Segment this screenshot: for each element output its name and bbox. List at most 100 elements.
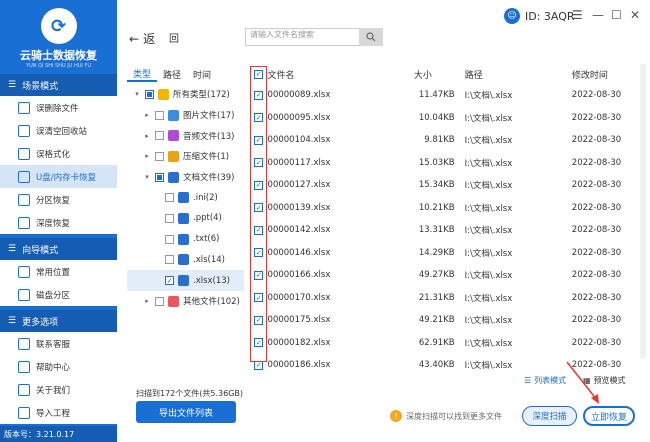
expand-arrow-icon[interactable]: ▸: [143, 152, 151, 160]
tree-checkbox[interactable]: [155, 110, 164, 120]
tree-row-label: 图片文件(17): [183, 111, 235, 122]
home-button[interactable]: 回: [169, 30, 179, 45]
table-row[interactable]: ✓ 00000104.xlsx 9.81KB I:\文档\.xlsx 2022-08-3…: [250, 129, 640, 152]
table-row[interactable]: ✓ 00000146.xlsx 14.29KB I:\文档\.xlsx 2022-08-…: [250, 242, 640, 265]
header-path[interactable]: 路径: [465, 68, 572, 81]
scrollbar[interactable]: [640, 64, 646, 358]
tree-row[interactable]: .xls(14): [127, 250, 244, 271]
tree-checkbox[interactable]: [155, 172, 164, 182]
tree-row[interactable]: ▾ 所有类型(172): [127, 84, 244, 105]
table-row[interactable]: ✓ 00000139.xlsx 10.21KB I:\文档\.xlsx 2022-08-…: [250, 197, 640, 220]
expand-arrow-icon[interactable]: ▸: [143, 111, 151, 119]
tree-checkbox[interactable]: [165, 234, 174, 244]
cell-date: 2022-08-30: [571, 292, 622, 303]
tree-row-label: 压缩文件(1): [183, 152, 230, 163]
table-row[interactable]: ✓ 00000127.xlsx 15.34KB I:\文档\.xlsx 2022-08-…: [250, 174, 640, 197]
tree-row[interactable]: ▸ 图片文件(17): [127, 105, 244, 126]
app-logo: ⟳ 云骑士数据恢复 YUN QI SHI SHU JU HUI FU: [0, 0, 117, 70]
tree-tab[interactable]: 类型: [127, 67, 158, 82]
expand-arrow-icon[interactable]: ▾: [143, 173, 151, 181]
cell-path: I:\文档\.xlsx: [464, 338, 513, 349]
sidebar-item[interactable]: 深度恢复: [0, 211, 117, 234]
tree-row-label: 音频文件(13): [183, 131, 235, 142]
search-button[interactable]: [359, 28, 383, 46]
id-label: ID: 3AQR: [525, 9, 575, 23]
cell-date: 2022-08-30: [571, 112, 622, 123]
tree-row[interactable]: .ini(2): [127, 187, 244, 208]
export-list-button[interactable]: 导出文件列表: [136, 401, 236, 423]
tree-checkbox[interactable]: [165, 213, 174, 223]
header-size[interactable]: 大小: [404, 68, 465, 81]
cell-date: 2022-08-30: [571, 180, 622, 191]
user-id[interactable]: ☺ ID: 3AQR: [504, 8, 575, 24]
tree-row[interactable]: ✓ .xlsx(13): [127, 270, 244, 291]
cell-date: 2022-08-30: [571, 90, 622, 101]
sidebar-item[interactable]: 分区恢复: [0, 188, 117, 211]
cell-size: 15.34KB: [418, 180, 455, 191]
tree-tab[interactable]: 时间: [187, 68, 217, 81]
cell-name: 00000095.xlsx: [267, 112, 331, 123]
table-row[interactable]: ✓ 00000089.xlsx 11.47KB I:\文档\.xlsx 2022-08-…: [250, 84, 640, 107]
sidebar-item-label: 误格式化: [36, 149, 71, 160]
header-date[interactable]: 修改时间: [572, 68, 640, 81]
tree-checkbox[interactable]: ✓: [165, 276, 174, 286]
section-icon: ☰: [8, 244, 17, 254]
recover-now-button[interactable]: 立即恢复: [583, 406, 635, 426]
tree-checkbox[interactable]: [155, 151, 164, 161]
header-name[interactable]: 文件名: [268, 68, 404, 81]
tree-checkbox[interactable]: [165, 255, 174, 265]
back-button[interactable]: ← 返: [129, 30, 155, 47]
table-row[interactable]: ✓ 00000175.xlsx 49.21KB I:\文档\.xlsx 2022-08-…: [250, 309, 640, 332]
file-type-icon: [178, 212, 189, 224]
table-row[interactable]: ✓ 00000170.xlsx 21.31KB I:\文档\.xlsx 2022-08-…: [250, 287, 640, 310]
sidebar-item[interactable]: 误格式化: [0, 142, 117, 165]
row-checkbox[interactable]: ✓: [254, 360, 264, 370]
tree-checkbox[interactable]: [155, 296, 164, 306]
cell-path: I:\文档\.xlsx: [464, 361, 513, 372]
minimize-icon[interactable]: —: [592, 8, 604, 22]
table-row[interactable]: ✓ 00000166.xlsx 49.27KB I:\文档\.xlsx 2022-08-…: [250, 264, 640, 287]
sidebar-item[interactable]: U盘/内存卡恢复: [0, 165, 117, 188]
sidebar-item[interactable]: 误清空回收站: [0, 119, 117, 142]
deep-scan-button[interactable]: 深度扫描: [522, 406, 577, 426]
nav-item-icon: [18, 193, 30, 206]
list-view-toggle[interactable]: ☰ 列表模式: [524, 375, 566, 386]
table-row[interactable]: ✓ 00000142.xlsx 13.31KB I:\文档\.xlsx 2022-08-…: [250, 219, 640, 242]
file-type-icon: [168, 109, 179, 121]
tree-row[interactable]: ▾ 文档文件(39): [127, 167, 244, 188]
table-row[interactable]: ✓ 00000182.xlsx 62.91KB I:\文档\.xlsx 2022-08-…: [250, 332, 640, 355]
expand-arrow-icon[interactable]: ▸: [143, 297, 151, 305]
expand-arrow-icon[interactable]: ▸: [143, 132, 151, 140]
tree-checkbox[interactable]: [155, 131, 164, 141]
section-icon: ☰: [8, 80, 17, 90]
sidebar-item[interactable]: 常用位置: [0, 260, 117, 283]
tree-tab[interactable]: 路径: [157, 68, 187, 81]
tree-checkbox[interactable]: [165, 193, 174, 203]
sidebar-item[interactable]: 误删除文件: [0, 96, 117, 119]
nav-item-icon: [18, 265, 30, 278]
maximize-icon[interactable]: ☐: [611, 8, 622, 22]
sidebar-item[interactable]: 关于我们: [0, 378, 117, 401]
tree-row[interactable]: .txt(6): [127, 229, 244, 250]
expand-arrow-icon[interactable]: ▾: [133, 90, 141, 98]
tree-row[interactable]: ▸ 其他文件(102): [127, 291, 244, 312]
tree-checkbox[interactable]: [145, 89, 154, 99]
table-row[interactable]: ✓ 00000095.xlsx 10.04KB I:\文档\.xlsx 2022-08-…: [250, 107, 640, 130]
tree-row[interactable]: .ppt(4): [127, 208, 244, 229]
logo-icon: ⟳: [40, 8, 77, 44]
tree-row[interactable]: ▸ 音频文件(13): [127, 125, 244, 146]
sidebar-item[interactable]: 磁盘分区: [0, 283, 117, 306]
tree-row[interactable]: ▸ 压缩文件(1): [127, 146, 244, 167]
file-type-icon: [178, 254, 189, 266]
cell-size: 11.47KB: [418, 90, 455, 101]
sidebar-item[interactable]: 导入工程: [0, 401, 117, 424]
sidebar-item[interactable]: 联系客服: [0, 332, 117, 355]
sidebar-item[interactable]: 帮助中心: [0, 355, 117, 378]
cell-date: 2022-08-30: [571, 315, 622, 326]
menu-icon[interactable]: ☰: [572, 8, 583, 22]
file-type-icon: [178, 275, 189, 287]
table-row[interactable]: ✓ 00000117.xlsx 15.03KB I:\文档\.xlsx 2022-08-…: [250, 152, 640, 175]
cell-name: 00000104.xlsx: [267, 135, 331, 146]
file-type-icon: [168, 295, 179, 307]
close-icon[interactable]: ✕: [630, 8, 640, 22]
